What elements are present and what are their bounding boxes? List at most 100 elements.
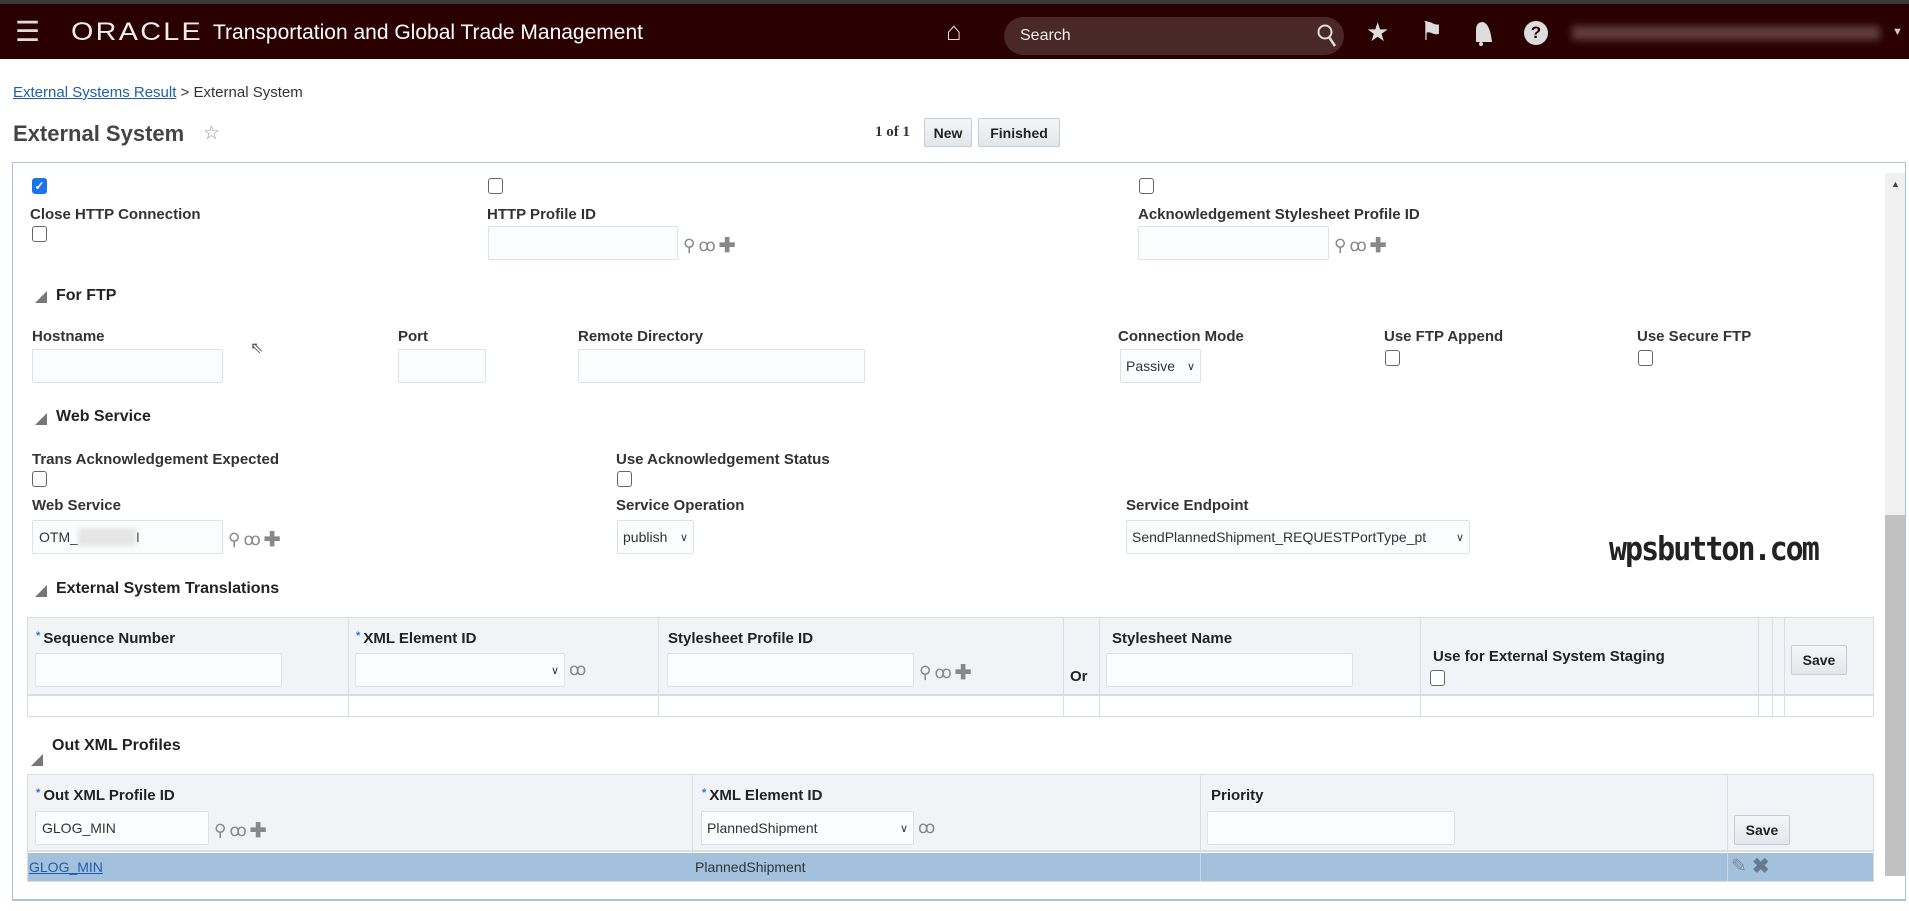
star-icon[interactable]: ★ bbox=[1366, 19, 1389, 45]
web-service-actions: ⚲ ꝏ ✚ bbox=[228, 527, 281, 552]
hostname-input[interactable] bbox=[32, 349, 223, 383]
top-checkbox-3[interactable] bbox=[1139, 178, 1154, 194]
endpoint-select[interactable]: SendPlannedShipment_REQUESTPortType_pt ∨ bbox=[1126, 520, 1470, 554]
col-stylesheet-header: Stylesheet Profile ID bbox=[668, 630, 814, 647]
view-icon[interactable]: ꝏ bbox=[934, 663, 951, 683]
search-icon[interactable] bbox=[1316, 23, 1338, 49]
ftp-append-checkbox[interactable] bbox=[1385, 350, 1400, 366]
scrollbar-thumb[interactable] bbox=[1885, 515, 1905, 876]
ftp-section-title[interactable]: For FTP bbox=[56, 287, 116, 305]
view-icon[interactable]: ꝏ bbox=[1349, 236, 1366, 256]
secure-ftp-checkbox[interactable] bbox=[1638, 350, 1653, 366]
collapse-outxml-icon[interactable] bbox=[31, 754, 43, 766]
bell-icon[interactable] bbox=[1472, 18, 1494, 46]
search-icon[interactable]: ⚲ bbox=[1334, 236, 1346, 256]
search-icon[interactable]: ⚲ bbox=[214, 821, 226, 841]
scroll-up-icon[interactable]: ▲ bbox=[1891, 179, 1900, 189]
web-service-label: Web Service bbox=[32, 497, 121, 514]
trans-ack-checkbox[interactable] bbox=[32, 471, 47, 487]
scrollbar[interactable]: ▲ bbox=[1885, 173, 1905, 876]
translations-section-title[interactable]: External System Translations bbox=[56, 580, 279, 598]
user-menu-blurred[interactable] bbox=[1572, 26, 1880, 40]
remote-dir-input[interactable] bbox=[578, 349, 865, 383]
priority-input[interactable] bbox=[1207, 811, 1455, 845]
ack-stylesheet-input[interactable] bbox=[1138, 226, 1329, 260]
favorite-star-icon[interactable]: ☆ bbox=[203, 122, 220, 145]
chevron-down-icon[interactable]: ▼ bbox=[1892, 26, 1903, 38]
search-icon[interactable]: ⚲ bbox=[919, 663, 931, 683]
sequence-number-input[interactable] bbox=[35, 653, 282, 687]
page-title: External System bbox=[13, 121, 185, 146]
row-profile-link[interactable]: GLOG_MIN bbox=[29, 859, 103, 875]
http-profile-label: HTTP Profile ID bbox=[487, 206, 596, 223]
outxml-section-title[interactable]: Out XML Profiles bbox=[52, 737, 181, 755]
add-icon[interactable]: ✚ bbox=[250, 818, 267, 843]
translations-table: * Sequence Number * XML Element ID ∨ ꝏ S… bbox=[27, 617, 1874, 717]
watermark: wpsbutton.com bbox=[1609, 530, 1820, 569]
breadcrumb-current: External System bbox=[193, 84, 303, 101]
col-profile-header: * Out XML Profile ID bbox=[36, 787, 175, 804]
search-icon[interactable]: ⚲ bbox=[683, 236, 695, 256]
new-button[interactable]: New bbox=[924, 118, 972, 147]
use-ack-checkbox[interactable] bbox=[617, 471, 632, 487]
conn-mode-select[interactable]: Passive ∨ bbox=[1120, 349, 1201, 383]
col-xml-header: * XML Element ID bbox=[702, 787, 823, 804]
outxml-xml-select[interactable]: PlannedShipment ∨ bbox=[701, 811, 914, 845]
ws-section-title[interactable]: Web Service bbox=[56, 408, 151, 426]
use-ack-label: Use Acknowledgement Status bbox=[616, 451, 830, 468]
delete-icon[interactable]: ✖ bbox=[1752, 854, 1770, 879]
collapse-translations-icon[interactable] bbox=[35, 585, 47, 597]
translations-save-button[interactable]: Save bbox=[1791, 645, 1847, 675]
outxml-profile-input[interactable]: GLOG_MIN bbox=[35, 811, 209, 845]
chevron-down-icon: ∨ bbox=[1455, 531, 1464, 544]
mouse-cursor-icon: ⇖ bbox=[250, 340, 264, 357]
add-icon[interactable]: ✚ bbox=[264, 527, 281, 552]
port-input[interactable] bbox=[398, 349, 486, 383]
outxml-table: * Out XML Profile ID GLOG_MIN ⚲ ꝏ ✚ * XML … bbox=[27, 774, 1874, 882]
stylesheet-name-input[interactable] bbox=[1106, 653, 1353, 687]
web-service-value: OTM_ bbox=[39, 529, 78, 545]
conn-mode-label: Connection Mode bbox=[1118, 328, 1244, 345]
add-icon[interactable]: ✚ bbox=[955, 660, 972, 685]
top-checkbox-1[interactable]: ✓ bbox=[32, 178, 47, 194]
flag-icon[interactable]: ⚑ bbox=[1420, 18, 1443, 44]
http-profile-input[interactable] bbox=[488, 226, 678, 260]
staging-checkbox[interactable] bbox=[1430, 670, 1445, 686]
add-icon[interactable]: ✚ bbox=[719, 233, 736, 258]
collapse-ftp-icon[interactable] bbox=[35, 291, 47, 303]
col-stylesheet-name-header: Stylesheet Name bbox=[1112, 630, 1233, 647]
help-icon[interactable]: ? bbox=[1524, 21, 1548, 45]
col-priority-header: Priority bbox=[1211, 787, 1264, 804]
service-op-select[interactable]: publish ∨ bbox=[617, 520, 694, 554]
search-input[interactable]: Search bbox=[1004, 17, 1344, 55]
top-checkbox-2[interactable] bbox=[488, 178, 503, 194]
close-http-label: Close HTTP Connection bbox=[30, 206, 201, 223]
col-seq-header: * Sequence Number bbox=[36, 630, 176, 647]
port-label: Port bbox=[398, 328, 428, 345]
add-icon[interactable]: ✚ bbox=[1370, 233, 1387, 258]
search-icon[interactable]: ⚲ bbox=[228, 530, 240, 550]
edit-icon[interactable]: ✎ bbox=[1731, 855, 1747, 878]
close-http-checkbox[interactable] bbox=[32, 226, 47, 242]
web-service-input[interactable]: OTM_ I bbox=[32, 520, 223, 554]
stylesheet-actions: ⚲ ꝏ ✚ bbox=[919, 660, 972, 685]
xml-element-select[interactable]: ∨ bbox=[355, 653, 565, 687]
view-icon[interactable]: ꝏ bbox=[918, 818, 935, 838]
stylesheet-profile-input[interactable] bbox=[667, 653, 914, 687]
view-icon[interactable]: ꝏ bbox=[229, 821, 246, 841]
endpoint-value: SendPlannedShipment_REQUESTPortType_pt bbox=[1132, 529, 1427, 545]
menu-icon[interactable]: ☰ bbox=[15, 18, 40, 46]
collapse-ws-icon[interactable] bbox=[35, 413, 47, 425]
ack-stylesheet-actions: ⚲ ꝏ ✚ bbox=[1334, 233, 1387, 258]
outxml-save-button[interactable]: Save bbox=[1734, 815, 1790, 845]
view-icon[interactable]: ꝏ bbox=[243, 530, 260, 550]
view-icon[interactable]: ꝏ bbox=[569, 660, 586, 680]
conn-mode-value: Passive bbox=[1126, 358, 1176, 374]
or-label: Or bbox=[1070, 668, 1088, 685]
finished-button[interactable]: Finished bbox=[978, 118, 1060, 147]
chevron-down-icon: ∨ bbox=[1186, 360, 1195, 373]
breadcrumb-link[interactable]: External Systems Result bbox=[13, 84, 176, 101]
home-icon[interactable]: ⌂ bbox=[946, 18, 962, 44]
table-row[interactable]: GLOG_MIN PlannedShipment ✎ ✖ bbox=[28, 853, 1873, 881]
view-icon[interactable]: ꝏ bbox=[698, 236, 715, 256]
